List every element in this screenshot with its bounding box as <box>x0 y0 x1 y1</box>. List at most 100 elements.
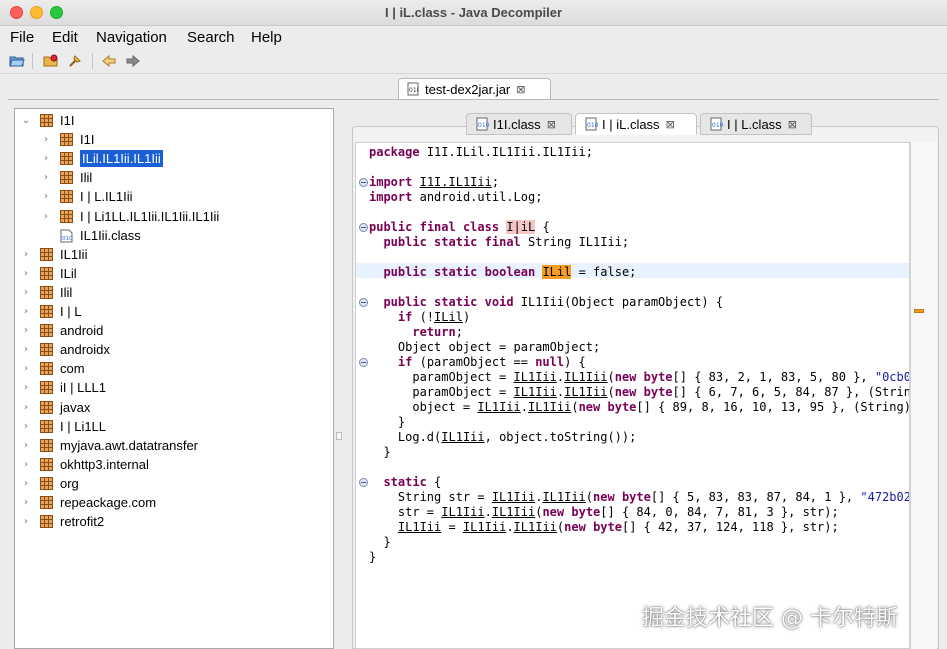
tree-item-label: androidx <box>60 342 110 358</box>
tree-item[interactable]: › I | L <box>20 302 81 321</box>
code-line: public static final String IL1Iii; <box>383 235 630 249</box>
menu-search[interactable]: Search <box>187 29 235 46</box>
chevron-right-icon[interactable]: › <box>40 191 52 202</box>
fold-toggle-icon[interactable] <box>359 178 368 187</box>
svg-text:010: 010 <box>62 236 73 242</box>
tree-item-label: myjava.awt.datatransfer <box>60 437 199 453</box>
class-file-icon: 010 <box>710 117 723 131</box>
package-icon <box>60 152 73 166</box>
code-line: } <box>369 550 377 564</box>
splitter-handle[interactable] <box>336 432 342 440</box>
code-editor[interactable]: package I1I.ILil.IL1Iii.IL1Iii; import I… <box>355 142 910 649</box>
package-icon <box>40 114 53 127</box>
back-arrow-icon[interactable] <box>100 52 118 70</box>
chevron-right-icon[interactable]: › <box>20 363 32 374</box>
fold-toggle-icon[interactable] <box>359 223 368 232</box>
close-tab-icon[interactable]: ⊠ <box>547 118 556 131</box>
tree-item-label: iI | LLL1 <box>60 380 107 396</box>
tree-item[interactable]: › ILil.IL1Iii.IL1Iii <box>40 149 163 168</box>
tree-item[interactable]: › okhttp3.internal <box>20 455 149 474</box>
chevron-right-icon[interactable]: › <box>40 134 52 145</box>
chevron-right-icon[interactable]: › <box>20 268 32 279</box>
package-icon <box>40 476 53 490</box>
tree-item[interactable]: › android <box>20 321 103 340</box>
tab-label: test-dex2jar.jar <box>425 81 511 97</box>
package-icon <box>60 171 73 185</box>
window-title: I | iL.class - Java Decompiler <box>384 5 563 20</box>
package-tree[interactable]: ⌄ I1I › I1I › ILil.IL1Iii.IL1Iii › Ilil › I | L.I… <box>14 108 334 649</box>
close-tab-icon[interactable]: ⊠ <box>516 83 525 96</box>
chevron-right-icon[interactable]: › <box>20 421 32 432</box>
close-tab-icon[interactable]: ⊠ <box>788 118 797 131</box>
close-tab-icon[interactable]: ⊠ <box>666 118 675 131</box>
menu-edit[interactable]: Edit <box>52 29 78 46</box>
open-folder-icon[interactable] <box>42 52 60 70</box>
tree-item[interactable]: › IL1Iii <box>20 245 87 264</box>
tree-item[interactable]: › Ilil <box>20 283 72 302</box>
tree-item[interactable]: 010 IL1Iii.class <box>40 226 141 245</box>
chevron-right-icon[interactable]: › <box>20 478 32 489</box>
tree-item[interactable]: › retrofit2 <box>20 512 104 531</box>
chevron-right-icon[interactable]: › <box>20 287 32 298</box>
tree-item-label: IL1Iii.class <box>80 227 141 243</box>
tree-item[interactable]: › I1I <box>40 130 94 149</box>
tree-item-label: IL1Iii <box>60 246 88 262</box>
tree-item[interactable]: › I | L.IL1Iii <box>40 187 133 206</box>
chevron-right-icon[interactable]: › <box>20 344 32 355</box>
chevron-right-icon[interactable]: › <box>40 153 52 164</box>
svg-text:010: 010 <box>409 87 419 94</box>
tree-item[interactable]: › org <box>20 474 79 493</box>
tree-item[interactable]: › I | Li1LL.IL1Iii.IL1Iii.IL1Iii <box>40 207 219 226</box>
chevron-right-icon[interactable]: › <box>20 516 32 527</box>
chevron-right-icon[interactable]: › <box>40 172 52 183</box>
search-icon[interactable] <box>66 52 84 70</box>
menu-file[interactable]: File <box>10 29 34 46</box>
chevron-right-icon[interactable]: › <box>20 325 32 336</box>
menu-navigation[interactable]: Navigation <box>96 29 167 46</box>
tree-item[interactable]: › androidx <box>20 340 110 359</box>
tree-item-label: repeackage.com <box>60 495 157 510</box>
chevron-right-icon[interactable]: › <box>20 440 32 451</box>
code-line: Log.d(IL1Iii, object.toString()); <box>397 430 637 444</box>
open-file-icon[interactable] <box>8 52 26 70</box>
menu-bar: File Edit Navigation Search Help <box>0 26 947 48</box>
highlight-marker[interactable] <box>914 309 924 313</box>
code-line: Object object = paramObject; <box>397 340 601 354</box>
tree-item[interactable]: › I | Li1LL <box>20 417 106 436</box>
package-icon <box>60 190 73 204</box>
tree-item-label: ILil <box>60 265 77 281</box>
tree-item[interactable]: › iI | LLL1 <box>20 378 106 397</box>
tree-item-label: Ilil <box>80 170 93 186</box>
tree-item[interactable]: ⌄ I1I <box>20 111 75 130</box>
chevron-right-icon[interactable]: › <box>20 459 32 470</box>
chevron-right-icon[interactable]: › <box>20 249 32 260</box>
tab-il-class[interactable]: 010 I | L.class ⊠ <box>700 113 812 135</box>
watermark: 掘金技术社区 @ 卡尔特斯 <box>642 606 898 631</box>
tree-item[interactable]: › myjava.awt.datatransfer <box>20 436 198 455</box>
package-icon <box>40 266 53 280</box>
tab-test-dex2jar[interactable]: 010 test-dex2jar.jar ⊠ <box>398 78 551 100</box>
chevron-right-icon[interactable]: › <box>20 382 32 393</box>
fold-toggle-icon[interactable] <box>359 358 368 367</box>
chevron-right-icon[interactable]: › <box>20 402 32 413</box>
fold-toggle-icon[interactable] <box>359 298 368 307</box>
tab-iil-class[interactable]: 010 I | iL.class ⊠ <box>575 113 697 135</box>
chevron-right-icon[interactable]: › <box>40 211 52 222</box>
chevron-down-icon[interactable]: ⌄ <box>20 115 32 126</box>
tree-item[interactable]: › repeackage.com <box>20 493 156 512</box>
package-icon <box>40 419 53 433</box>
package-icon <box>40 515 53 529</box>
overview-ruler[interactable] <box>910 142 937 649</box>
forward-arrow-icon[interactable] <box>124 52 142 70</box>
tab-i1i-class[interactable]: 010 I1I.class ⊠ <box>466 113 572 135</box>
chevron-right-icon[interactable]: › <box>20 306 32 317</box>
tree-item[interactable]: › Ilil <box>40 168 92 187</box>
tab-label: I | L.class <box>727 116 782 132</box>
tree-item[interactable]: › javax <box>20 398 90 417</box>
tree-item[interactable]: › com <box>20 359 85 378</box>
menu-help[interactable]: Help <box>251 29 282 46</box>
chevron-right-icon[interactable]: › <box>20 497 32 508</box>
tree-item[interactable]: › ILil <box>20 264 77 283</box>
fold-toggle-icon[interactable] <box>359 478 368 487</box>
title-bar: I | iL.class - Java Decompiler <box>0 0 947 26</box>
